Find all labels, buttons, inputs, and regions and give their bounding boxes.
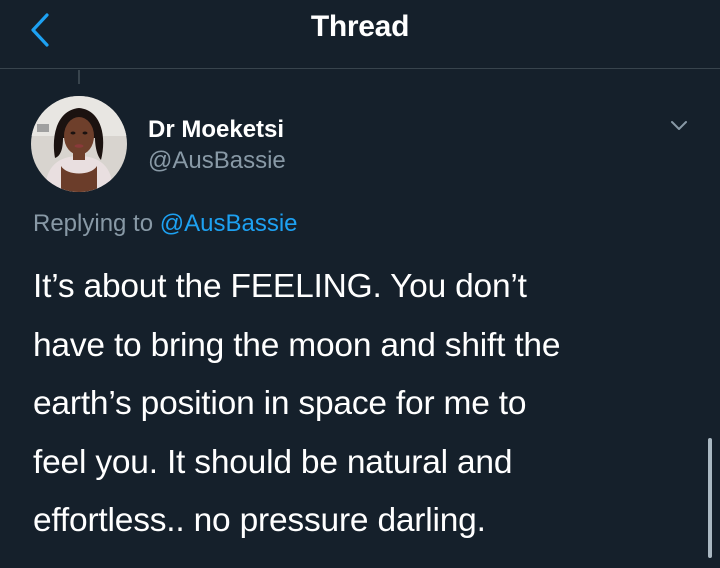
chevron-down-icon — [671, 121, 687, 130]
tweet-menu-button[interactable] — [664, 112, 694, 140]
avatar-image — [31, 96, 127, 192]
top-bar: Thread — [0, 0, 720, 69]
replying-to-handle[interactable]: @AusBassie — [160, 210, 298, 237]
thread-connector — [78, 70, 80, 84]
author-display-name[interactable]: Dr Moeketsi — [148, 116, 284, 144]
tweet-text: It’s about the FEELING. You don’t have t… — [33, 268, 561, 539]
scrollbar[interactable] — [708, 438, 712, 558]
avatar[interactable] — [31, 96, 127, 192]
page-title: Thread — [310, 10, 410, 43]
replying-to-label: Replying to — [33, 210, 160, 237]
author-handle[interactable]: @AusBassie — [148, 147, 286, 175]
replying-to: Replying to @AusBassie — [33, 210, 298, 238]
